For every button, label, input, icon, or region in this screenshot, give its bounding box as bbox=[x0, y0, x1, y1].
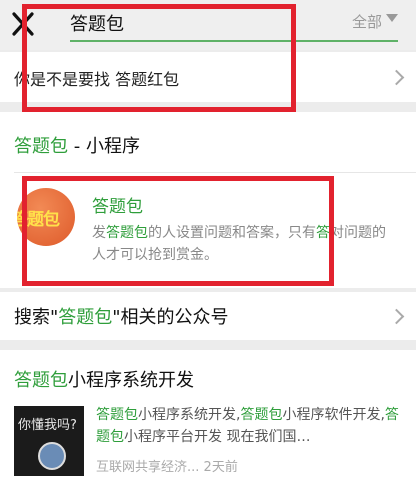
public-account-search-text: 搜索"答题包"相关的公众号 bbox=[14, 307, 229, 328]
thumbnail-text: 你懂我吗? bbox=[18, 418, 77, 433]
chevron-right-icon bbox=[388, 69, 405, 86]
section-title: 答题包 - 小程序 bbox=[14, 136, 140, 157]
divider bbox=[14, 172, 416, 173]
public-account-search-row[interactable]: 搜索"答题包"相关的公众号 bbox=[0, 292, 416, 340]
annotation-box bbox=[22, 4, 296, 112]
article-description: 答题包小程序系统开发,答题包小程序软件开发,答题包小程序平台开发 现在我们国… bbox=[96, 407, 399, 445]
search-scope-dropdown[interactable]: 全部 bbox=[352, 11, 382, 32]
thumbnail-avatar bbox=[38, 442, 66, 470]
article-meta: 互联网共享经济... 2天前 bbox=[96, 460, 238, 475]
article-thumbnail: 你懂我吗? bbox=[14, 406, 84, 476]
chevron-down-icon[interactable] bbox=[386, 14, 398, 22]
article-result[interactable]: 答题包小程序系统开发 你懂我吗? 答题包小程序系统开发,答题包小程序软件开发,答… bbox=[0, 350, 416, 495]
article-title: 答题包小程序系统开发 bbox=[14, 370, 194, 391]
chevron-right-icon bbox=[388, 308, 405, 325]
annotation-box bbox=[22, 176, 334, 286]
